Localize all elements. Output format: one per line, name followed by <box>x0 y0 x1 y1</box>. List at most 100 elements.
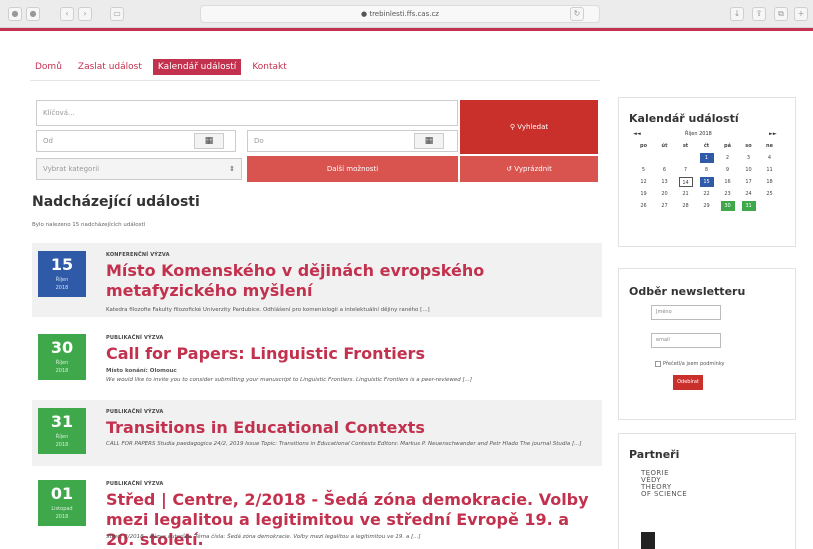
search-button-label: Vyhledat <box>517 123 549 131</box>
event-category: PUBLIKAČNÍ VÝZVA <box>106 409 164 415</box>
calendar-day[interactable]: 11 <box>759 164 780 176</box>
calendar-day[interactable]: 10 <box>738 164 759 176</box>
event-title-link[interactable]: Transitions in Educational Contexts <box>106 418 596 438</box>
calendar-day[interactable]: 8 <box>696 164 717 176</box>
calendar-day[interactable]: 21 <box>675 188 696 200</box>
calendar-day[interactable]: 1 <box>696 152 717 164</box>
nav-item-submit-event[interactable]: Zaslat událost <box>73 59 147 75</box>
calendar-day[interactable]: 3 <box>738 152 759 164</box>
sidebar-toggle-icon[interactable]: ▭ <box>110 7 124 21</box>
newsletter-submit-button[interactable]: Odebírat <box>673 375 703 390</box>
calendar-day <box>654 152 675 164</box>
calendar-day[interactable]: 28 <box>675 200 696 212</box>
calendar-day[interactable]: 24 <box>738 188 759 200</box>
calendar-day[interactable]: 14 <box>675 176 696 188</box>
calendar-day-number: 13 <box>661 179 668 185</box>
download-icon[interactable]: ↓ <box>730 7 744 21</box>
category-select[interactable]: Vybrat kategorii ⇕ <box>36 158 242 180</box>
calendar-day-number: 15 <box>699 177 714 187</box>
calendar-day[interactable]: 17 <box>738 176 759 188</box>
newsletter-title: Odběr newsletteru <box>629 285 746 298</box>
tabs-icon[interactable]: ⧉ <box>774 7 788 21</box>
calendar-icon[interactable]: ▦ <box>194 133 224 149</box>
forward-icon[interactable]: › <box>78 7 92 21</box>
event-day: 31 <box>50 412 74 431</box>
calendar-day[interactable]: 2 <box>717 152 738 164</box>
calendar-icon[interactable]: ▦ <box>414 133 444 149</box>
partner-logo-teorie-vedy[interactable]: TEORIE VĚDY THEORY OF SCIENCE <box>641 470 687 498</box>
calendar-day <box>675 152 696 164</box>
calendar-day[interactable]: 15 <box>696 176 717 188</box>
event-item[interactable]: 31 Říjen 2018 PUBLIKAČNÍ VÝZVA Transitio… <box>32 400 602 466</box>
calendar-day[interactable]: 27 <box>654 200 675 212</box>
event-date-badge: 30 Říjen 2018 <box>38 334 86 380</box>
event-item[interactable]: 30 Říjen 2018 PUBLIKAČNÍ VÝZVA Call for … <box>32 326 602 394</box>
search-button[interactable]: ⚲ Vyhledat <box>460 100 598 154</box>
calendar-day[interactable]: 5 <box>633 164 654 176</box>
calendar-weekday: po <box>639 143 647 149</box>
calendar-day[interactable]: 19 <box>633 188 654 200</box>
event-item[interactable]: 15 Říjen 2018 KONFERENČNÍ VÝZVA Místo Ko… <box>32 243 602 317</box>
calendar-next-button[interactable]: ►► <box>769 131 777 137</box>
calendar-day-number: 4 <box>767 155 772 161</box>
calendar-day[interactable]: 26 <box>633 200 654 212</box>
event-year: 2018 <box>55 442 69 448</box>
keyword-input[interactable]: Klíčová... <box>36 100 458 126</box>
event-day: 01 <box>50 484 74 503</box>
back-icon[interactable]: ‹ <box>60 7 74 21</box>
partner-logo-mark <box>641 532 655 549</box>
calendar-day[interactable]: 4 <box>759 152 780 164</box>
calendar-day-number: 27 <box>661 203 668 209</box>
event-month: Říjen <box>55 360 69 366</box>
calendar-day[interactable]: 30 <box>717 200 738 212</box>
calendar-day[interactable]: 7 <box>675 164 696 176</box>
event-title-link[interactable]: Místo Komenského v dějinách evropského m… <box>106 261 596 301</box>
newsletter-email-input[interactable]: email <box>651 333 721 348</box>
partners-widget: Partneři TEORIE VĚDY THEORY OF SCIENCE <box>618 433 796 549</box>
calendar-day[interactable]: 23 <box>717 188 738 200</box>
newsletter-widget: Odběr newsletteru Jméno email Přečetl/a … <box>618 268 796 420</box>
share-icon[interactable]: ⇪ <box>752 7 766 21</box>
event-year: 2018 <box>55 514 69 520</box>
nav-item-contact[interactable]: Kontakt <box>247 59 291 75</box>
close-window-icon[interactable]: ● <box>8 7 22 21</box>
event-description: CALL FOR PAPERS Studia paedagogica 24/2,… <box>106 441 582 447</box>
terms-checkbox[interactable] <box>655 361 661 367</box>
calendar-day-number: 7 <box>683 167 688 173</box>
calendar-day[interactable]: 6 <box>654 164 675 176</box>
calendar-day-number <box>637 152 651 162</box>
calendar-day[interactable]: 31 <box>738 200 759 212</box>
reset-button[interactable]: ↺ Vyprázdnit <box>460 156 598 182</box>
calendar-prev-button[interactable]: ◄◄ <box>633 131 641 137</box>
nav-item-home[interactable]: Domů <box>30 59 67 75</box>
calendar-day[interactable]: 13 <box>654 176 675 188</box>
newsletter-name-input[interactable]: Jméno <box>651 305 721 320</box>
new-tab-icon[interactable]: + <box>794 7 808 21</box>
calendar-day[interactable]: 9 <box>717 164 738 176</box>
calendar-weekday: pá <box>724 143 731 149</box>
calendar-day <box>759 200 780 212</box>
address-bar[interactable]: ● trebinlesti.ffs.cas.cz <box>200 5 600 23</box>
nav-item-event-calendar[interactable]: Kalendář událostí <box>152 59 242 75</box>
calendar-day[interactable]: 20 <box>654 188 675 200</box>
calendar-weekday: ne <box>766 143 773 149</box>
calendar-day[interactable]: 12 <box>633 176 654 188</box>
more-options-button[interactable]: Další možnosti <box>247 156 458 182</box>
calendar-day[interactable]: 22 <box>696 188 717 200</box>
calendar-day-number: 25 <box>766 191 773 197</box>
reload-icon[interactable]: ↻ <box>570 7 584 21</box>
terms-label[interactable]: Přečetl/a jsem podmínky <box>663 361 725 367</box>
calendar-day-number: 17 <box>745 179 752 185</box>
calendar-day <box>633 152 654 164</box>
calendar-day[interactable]: 29 <box>696 200 717 212</box>
event-item[interactable]: 01 Listopad 2018 PUBLIKAČNÍ VÝZVA Střed … <box>32 472 602 549</box>
calendar-day[interactable]: 16 <box>717 176 738 188</box>
event-title-link[interactable]: Call for Papers: Linguistic Frontiers <box>106 344 596 364</box>
calendar-day-number: 30 <box>720 201 735 211</box>
minimize-window-icon[interactable]: ● <box>26 7 40 21</box>
event-day: 30 <box>50 338 74 357</box>
upcoming-events-heading: Nadcházející události <box>32 194 200 210</box>
calendar-widget: Kalendář událostí ◄◄ Říjen 2018 ►► po út s… <box>618 97 796 247</box>
calendar-day[interactable]: 18 <box>759 176 780 188</box>
calendar-day[interactable]: 25 <box>759 188 780 200</box>
